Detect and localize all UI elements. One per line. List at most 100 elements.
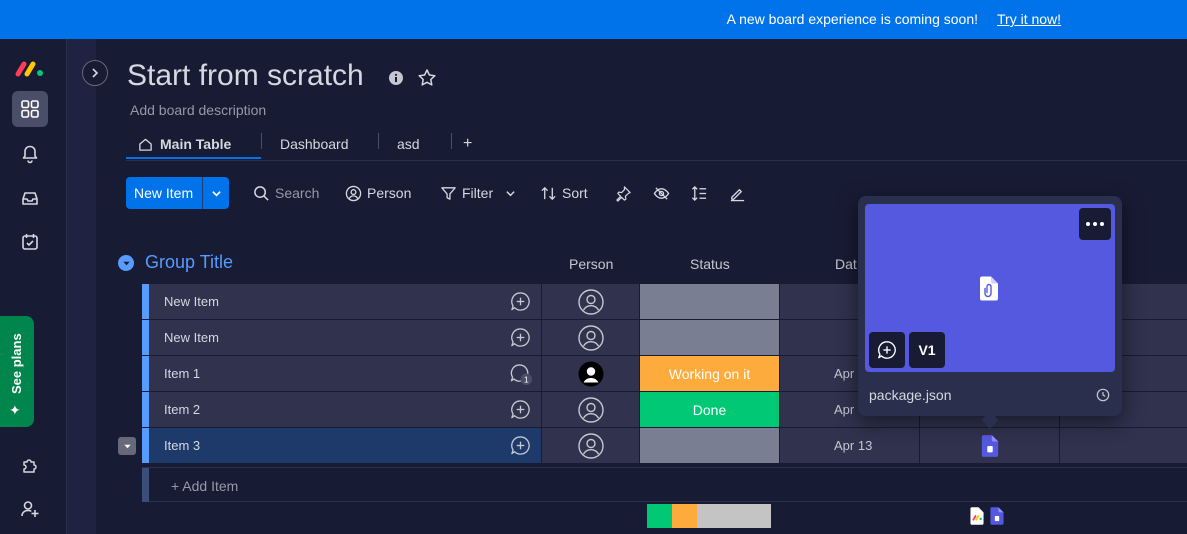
file-cell[interactable] bbox=[919, 428, 1059, 463]
group-color-bar bbox=[142, 320, 149, 355]
table-row[interactable]: Item 3 Apr 13 bbox=[142, 428, 1187, 463]
caret-down-icon bbox=[122, 261, 130, 265]
add-update-icon[interactable] bbox=[510, 327, 531, 351]
file-preview[interactable]: V1 bbox=[865, 204, 1115, 372]
workspace-panel-collapsed bbox=[66, 39, 96, 534]
status-cell[interactable] bbox=[639, 320, 779, 355]
sparkle-icon: ✦ bbox=[9, 402, 21, 418]
add-item-input[interactable]: + Add Item bbox=[171, 478, 238, 494]
file-icon[interactable] bbox=[980, 434, 1000, 458]
new-item-dropdown[interactable] bbox=[202, 177, 229, 209]
tab-asd[interactable]: asd bbox=[397, 128, 420, 160]
sort-button[interactable]: Sort bbox=[540, 177, 588, 209]
person-cell[interactable] bbox=[541, 428, 639, 463]
more-dots-icon bbox=[1086, 222, 1104, 226]
person-cell[interactable] bbox=[541, 284, 639, 319]
eye-off-icon bbox=[653, 186, 670, 200]
item-name[interactable]: New Item bbox=[164, 330, 219, 345]
file-icon[interactable] bbox=[989, 506, 1005, 526]
workspace-grid-icon[interactable] bbox=[12, 91, 48, 127]
date-cell[interactable]: Apr 13 bbox=[779, 428, 919, 463]
item-name-cell[interactable]: Item 2 bbox=[149, 392, 541, 427]
info-icon[interactable] bbox=[388, 70, 404, 91]
caret-down-icon bbox=[123, 444, 131, 448]
group-title[interactable]: Group Title bbox=[145, 252, 233, 273]
chevron-down-icon bbox=[211, 190, 221, 197]
new-item-button[interactable]: New Item bbox=[126, 177, 229, 209]
item-name-cell[interactable]: New Item bbox=[149, 284, 541, 319]
tab-dashboard[interactable]: Dashboard bbox=[280, 128, 349, 160]
person-cell[interactable] bbox=[541, 356, 639, 391]
add-update-icon[interactable] bbox=[510, 399, 531, 423]
paint-icon bbox=[730, 188, 745, 201]
status-cell[interactable]: Working on it bbox=[639, 356, 779, 391]
item-name[interactable]: New Item bbox=[164, 294, 219, 309]
date-value: Apr bbox=[834, 366, 855, 381]
hide-columns-button[interactable] bbox=[653, 177, 675, 209]
item-name-cell[interactable]: New Item bbox=[149, 320, 541, 355]
person-placeholder-icon bbox=[577, 396, 604, 423]
item-name[interactable]: Item 2 bbox=[164, 402, 200, 417]
group-collapse-button[interactable] bbox=[118, 255, 134, 271]
add-item-row[interactable]: + Add Item bbox=[142, 467, 1187, 502]
monday-logo-icon[interactable] bbox=[12, 50, 48, 86]
version-badge[interactable]: V1 bbox=[909, 332, 945, 368]
row-height-button[interactable] bbox=[691, 177, 713, 209]
my-work-icon[interactable] bbox=[12, 224, 48, 260]
chevron-down-icon[interactable] bbox=[505, 188, 516, 199]
filter-button[interactable]: Filter bbox=[440, 177, 521, 209]
person-placeholder-icon bbox=[577, 288, 604, 315]
invite-user-icon[interactable] bbox=[12, 491, 48, 527]
tab-label: asd bbox=[397, 136, 420, 152]
file-name[interactable]: package.json bbox=[869, 387, 952, 403]
board-description[interactable]: Add board description bbox=[130, 102, 266, 118]
home-icon bbox=[139, 138, 152, 151]
updates-icon[interactable]: 1 bbox=[510, 363, 533, 389]
column-header-date[interactable]: Dat bbox=[835, 256, 857, 272]
see-plans-button[interactable]: See plans ✦ bbox=[0, 316, 34, 427]
add-update-button[interactable] bbox=[869, 332, 905, 368]
try-it-now-link[interactable]: Try it now! bbox=[997, 11, 1061, 27]
person-cell[interactable] bbox=[541, 392, 639, 427]
add-update-icon bbox=[878, 341, 896, 359]
column-header-status[interactable]: Status bbox=[690, 256, 730, 272]
puzzle-icon[interactable] bbox=[12, 447, 48, 483]
item-name[interactable]: Item 1 bbox=[164, 366, 200, 381]
column-header-person[interactable]: Person bbox=[569, 256, 613, 272]
attachment-file-icon bbox=[978, 275, 1000, 307]
search-button[interactable]: Search bbox=[253, 177, 319, 209]
person-placeholder-icon bbox=[577, 324, 604, 351]
bell-icon[interactable] bbox=[12, 136, 48, 172]
sort-label: Sort bbox=[562, 185, 588, 201]
tab-label: Dashboard bbox=[280, 136, 349, 152]
person-icon bbox=[345, 185, 362, 201]
item-name-cell[interactable]: Item 1 1 bbox=[149, 356, 541, 391]
status-cell[interactable] bbox=[639, 284, 779, 319]
files-summary bbox=[969, 506, 1005, 526]
clock-icon[interactable] bbox=[1096, 388, 1110, 407]
person-cell[interactable] bbox=[541, 320, 639, 355]
conditional-color-button[interactable] bbox=[729, 177, 751, 209]
star-icon[interactable] bbox=[417, 68, 437, 93]
tabs-divider bbox=[126, 160, 1187, 161]
item-name-cell[interactable]: Item 3 bbox=[149, 428, 541, 463]
tab-main-table[interactable]: Main Table bbox=[138, 128, 231, 160]
search-label: Search bbox=[275, 185, 320, 201]
add-update-icon[interactable] bbox=[510, 291, 531, 315]
board-title[interactable]: Start from scratch bbox=[127, 59, 364, 93]
active-tab-indicator bbox=[126, 157, 261, 159]
person-filter-button[interactable]: Person bbox=[345, 177, 411, 209]
monday-file-icon[interactable] bbox=[969, 506, 985, 526]
pin-button[interactable] bbox=[615, 177, 637, 209]
summary-empty-segment bbox=[697, 504, 771, 528]
status-cell[interactable] bbox=[639, 428, 779, 463]
add-update-icon[interactable] bbox=[510, 435, 531, 459]
group-color-bar bbox=[142, 428, 149, 463]
more-options-button[interactable] bbox=[1079, 208, 1111, 240]
inbox-icon[interactable] bbox=[12, 180, 48, 216]
row-options-button[interactable] bbox=[118, 437, 136, 455]
group-color-bar bbox=[142, 356, 149, 391]
item-name[interactable]: Item 3 bbox=[164, 438, 200, 453]
add-view-button[interactable]: + bbox=[463, 128, 472, 160]
status-cell[interactable]: Done bbox=[639, 392, 779, 427]
